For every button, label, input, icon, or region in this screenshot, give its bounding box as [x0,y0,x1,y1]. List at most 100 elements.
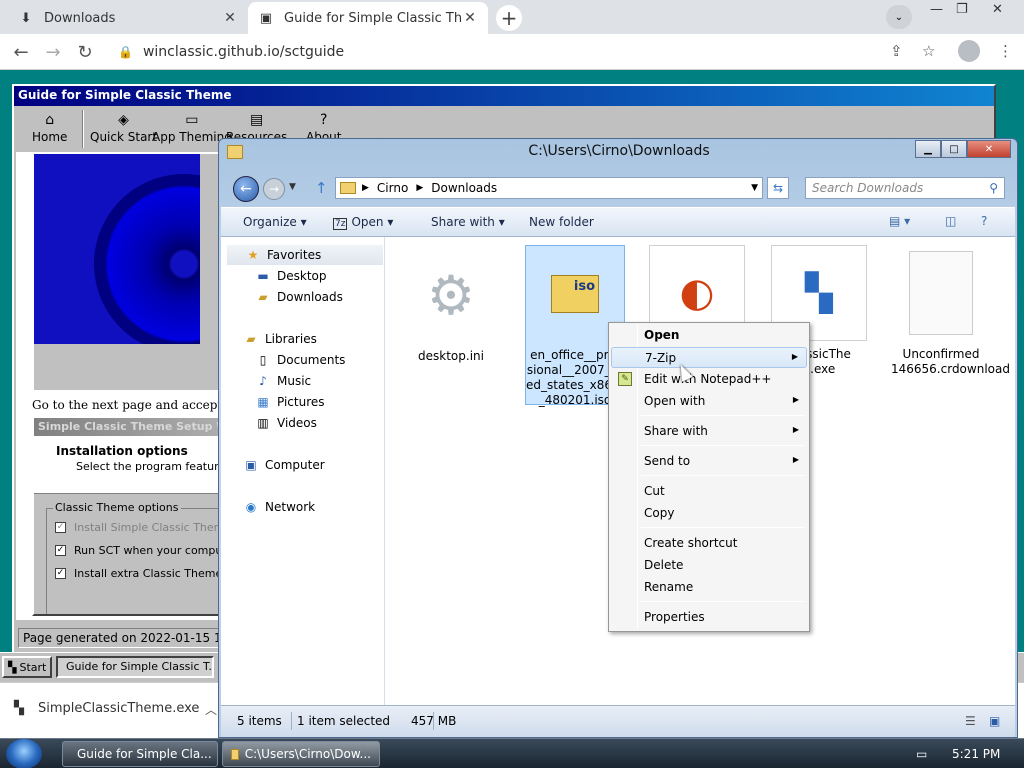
tab-search-button[interactable]: ⌄ [886,5,912,29]
nav-videos[interactable]: ▥ Videos [255,416,317,430]
download-filename: SimpleClassicTheme.exe [38,701,200,716]
setup-heading: Installation options [56,444,188,458]
book-icon: ◈ [118,112,129,128]
classic-start-button[interactable]: ▚ Start [2,656,53,678]
libraries-icon: ▰ [246,332,256,346]
bookmark-star-icon[interactable]: ☆ [922,42,935,60]
menu-item-rename[interactable]: Rename [611,577,807,598]
nav-downloads[interactable]: ▰ Downloads [255,290,343,304]
help-icon: ? [320,112,328,128]
command-bar: Organize ▾ 7z Open ▾ Share with ▾ New fol… [221,207,1015,237]
close-tab-icon[interactable]: ✕ [462,10,478,26]
profile-avatar[interactable] [958,40,980,62]
share-icon[interactable]: ⇪ [890,42,903,60]
menu-item-create-shortcut[interactable]: Create shortcut [611,533,807,554]
quick-start-button[interactable]: ◈ Quick Start [90,112,157,144]
clock[interactable]: 5:21 PM [952,747,1000,761]
help-icon[interactable]: ? [981,214,987,228]
share-with-menu[interactable]: Share with ▾ [431,215,505,229]
up-arrow-icon[interactable]: ↑ [315,179,328,197]
close-tab-icon[interactable]: ✕ [222,10,238,26]
close-button[interactable]: ✕ [967,140,1011,158]
menu-item-copy[interactable]: Copy [611,503,807,524]
home-icon: ⌂ [45,112,55,128]
close-window-button[interactable]: ✕ [992,2,1003,17]
nav-computer[interactable]: ▣ Computer [243,458,324,472]
submenu-arrow-icon: ▶ [792,425,799,434]
minimize-button[interactable]: ▁ [915,140,941,158]
setup-subheading: Select the program features you want [76,460,231,473]
menu-separator [641,475,805,476]
back-arrow-icon[interactable]: ← [10,42,32,63]
restore-button[interactable]: ❐ [956,2,968,17]
details-view-icon[interactable]: ☰ [965,714,976,728]
document-icon: ▤ [250,112,264,128]
file-item[interactable]: ⚙ desktop.ini [401,247,501,364]
forward-arrow-icon[interactable]: → [263,178,285,200]
minimize-button[interactable]: — [930,2,943,17]
tab-title: Downloads [44,10,116,26]
breadcrumb-cirno[interactable]: Cirno [377,181,408,195]
menu-item-share-with[interactable]: Share with ▶ [611,421,807,442]
file-name: desktop.ini [418,349,484,363]
organize-menu[interactable]: Organize ▾ [243,215,307,229]
refresh-icon[interactable]: ⇆ [767,177,789,199]
nav-libraries[interactable]: ▰ Libraries [243,332,316,346]
breadcrumb-downloads[interactable]: Downloads [431,181,497,195]
taskbar-item-explorer[interactable]: C:\Users\Cirno\Dow... [222,741,380,767]
nav-music[interactable]: ♪ Music [255,374,311,388]
nav-network[interactable]: ◉ Network [243,500,315,514]
large-icons-view-icon[interactable]: ▣ [989,714,1000,728]
recent-pages-dropdown-icon[interactable]: ▼ [289,182,296,192]
menu-item-edit-notepadpp[interactable]: ✎ Edit with Notepad++ [611,369,807,390]
menu-item-open-with[interactable]: Open with ▶ [611,391,807,412]
window-icon: ▭ [185,112,199,128]
new-tab-button[interactable]: + [496,5,522,31]
submenu-arrow-icon: ▶ [792,395,799,404]
taskbar-item-chrome[interactable]: Guide for Simple Cla... [62,741,218,767]
notepadpp-icon: ✎ [618,372,632,386]
view-options-icon[interactable]: ▤ ▾ [889,214,910,228]
menu-item-7zip[interactable]: 7-Zip ▶ [611,347,807,368]
tab-sct-guide[interactable]: ▣ Guide for Simple Classic Theme ✕ [248,2,488,34]
menu-separator [641,527,805,528]
home-button[interactable]: ⌂ Home [32,112,67,144]
classic-taskbar-item[interactable]: Guide for Simple Classic T... [56,656,214,678]
search-input[interactable]: Search Downloads ⚲ [805,177,1005,199]
nav-pictures[interactable]: ▦ Pictures [255,395,324,409]
start-orb-icon[interactable] [6,739,42,768]
tab-downloads[interactable]: ⬇ Downloads ✕ [8,2,248,34]
menu-item-properties[interactable]: Properties [611,607,807,628]
back-arrow-icon[interactable]: ← [233,176,259,202]
toolbar-divider [82,110,84,148]
folder-icon [340,182,356,194]
status-divider [291,712,292,730]
maximize-button[interactable]: □ [941,140,967,158]
menu-item-open[interactable]: Open [611,325,807,346]
group-label: Classic Theme options [53,501,181,514]
star-icon: ★ [247,248,259,262]
chevron-down-icon[interactable]: ▼ [751,183,758,193]
classic-theme-options-group: Classic Theme options ✓ Install Simple Cl… [46,501,230,614]
computer-icon: ▣ [245,458,257,472]
menu-item-send-to[interactable]: Send to ▶ [611,451,807,472]
reload-icon[interactable]: ↻ [74,42,96,63]
nav-favorites[interactable]: ★ Favorites [227,245,383,265]
address-bar[interactable]: 🔒 winclassic.github.io/sctguide [108,38,948,66]
setup-title: Simple Classic Theme Setup Wizard [34,418,230,436]
open-menu[interactable]: 7z Open ▾ [333,215,393,230]
nav-desktop[interactable]: ▬ Desktop [255,269,326,283]
menu-item-delete[interactable]: Delete [611,555,807,576]
new-folder-button[interactable]: New folder [529,215,594,229]
menu-item-cut[interactable]: Cut [611,481,807,502]
file-item[interactable]: Unconfirmed 146656.crdownload [891,245,1010,377]
address-bar[interactable]: ▶ Cirno ▶ Downloads ▼ [335,177,763,199]
download-item[interactable]: ▚ SimpleClassicTheme.exe [14,701,199,716]
chevron-up-icon[interactable]: ︿ [205,701,217,718]
network-tray-icon[interactable]: ▭ [916,747,927,761]
guide-window-title: Guide for Simple Classic Theme [14,86,994,106]
preview-pane-icon[interactable]: ◫ [945,214,956,228]
menu-kebab-icon[interactable]: ⋮ [998,42,1013,60]
forward-arrow-icon[interactable]: → [42,42,64,63]
nav-documents[interactable]: ▯ Documents [255,353,346,367]
